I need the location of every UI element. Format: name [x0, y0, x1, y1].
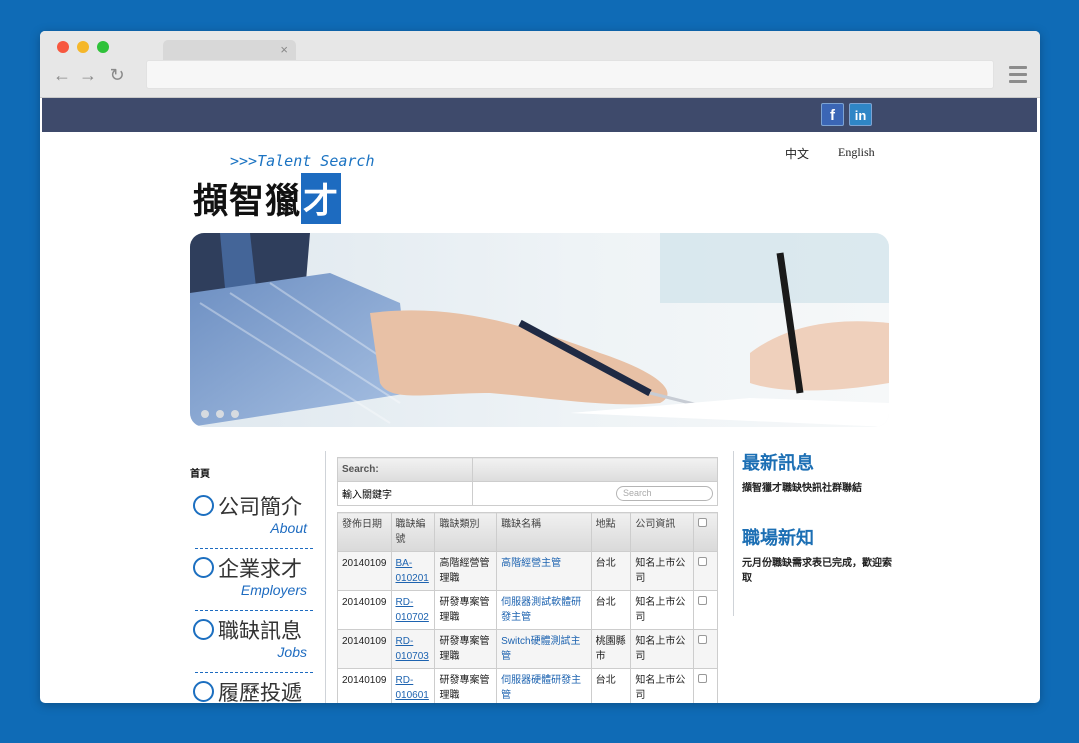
slide-dot-3[interactable]	[231, 410, 239, 418]
circle-icon	[193, 495, 214, 516]
job-category: 高階經營管理職	[434, 551, 498, 591]
table-row: 20140109 BA- 010201 高階經營管理職 高階經營主管 台北 知名上…	[337, 551, 718, 591]
column-header-select[interactable]	[693, 512, 718, 552]
sidebar-item-sublabel: Employers	[240, 582, 307, 598]
column-divider	[733, 451, 734, 616]
column-header-id[interactable]: 職缺編號	[390, 512, 436, 552]
job-category: 研發專案管理職	[434, 590, 498, 630]
row-checkbox[interactable]	[698, 674, 708, 683]
sidebar-item-sublabel: About	[270, 520, 307, 536]
job-company: 知名上市公司	[630, 551, 695, 591]
sidebar-item-label: 公司簡介	[218, 496, 302, 519]
circle-icon	[193, 557, 214, 578]
circle-icon	[193, 619, 214, 640]
slide-dot-1[interactable]	[201, 410, 209, 418]
column-header-date[interactable]: 發佈日期	[337, 512, 392, 552]
column-header-title[interactable]: 職缺名稱	[496, 512, 592, 552]
browser-tab[interactable]: ×	[163, 40, 296, 60]
job-location: 桃園縣市	[590, 629, 632, 669]
job-location: 台北	[590, 668, 632, 703]
table-row: 20140109 RD- 010601 研發專案管理職 伺服器硬體研發主管 台北 …	[337, 668, 718, 703]
row-checkbox[interactable]	[698, 557, 708, 566]
job-location: 台北	[590, 551, 632, 591]
maximize-window-button[interactable]	[97, 41, 109, 53]
close-window-button[interactable]	[57, 41, 69, 53]
job-date: 20140109	[337, 629, 392, 669]
job-location: 台北	[590, 590, 632, 630]
search-input[interactable]: Search	[616, 486, 713, 501]
job-id-link[interactable]: RD- 010703	[390, 629, 436, 669]
search-table: Search: 輸入關鍵字 Search	[337, 457, 718, 506]
career-news-item[interactable]: 元月份職缺需求表已完成，歡迎索取	[742, 556, 892, 586]
facebook-icon[interactable]: f	[821, 103, 844, 126]
job-company: 知名上市公司	[630, 629, 695, 669]
job-id-link[interactable]: RD- 010702	[390, 590, 436, 630]
sidebar-item-label: 履歷投遞	[218, 682, 302, 703]
hero-image	[190, 233, 889, 427]
job-title-link[interactable]: Switch硬體測試主管	[496, 629, 592, 669]
browser-window: × ← → ↻ f in 中文 English >>>Talent Search…	[40, 31, 1040, 703]
column-header-company[interactable]: 公司資訊	[630, 512, 695, 552]
job-date: 20140109	[337, 551, 392, 591]
career-news-heading: 職場新知	[742, 528, 814, 548]
sidebar-item-sublabel: Jobs	[277, 644, 307, 660]
sidebar-divider	[195, 548, 313, 549]
sidebar-item-employers[interactable]: 企業求才 Employers	[193, 553, 313, 609]
job-date: 20140109	[337, 668, 392, 703]
site-top-bar: f in	[42, 98, 1037, 132]
sidebar-item-resume[interactable]: 履歷投遞	[193, 677, 313, 703]
job-category: 研發專案管理職	[434, 668, 498, 703]
sidebar-item-label: 企業求才	[218, 558, 302, 581]
hamburger-menu-icon[interactable]	[1009, 66, 1027, 83]
jobs-table: 發佈日期 職缺編號 職缺類別 職缺名稱 地點 公司資訊 20140109 BA-…	[337, 512, 718, 703]
lang-chinese-link[interactable]: 中文	[785, 145, 809, 162]
keyword-label: 輸入關鍵字	[337, 481, 473, 506]
circle-icon	[193, 681, 214, 702]
job-company: 知名上市公司	[630, 590, 695, 630]
select-all-checkbox[interactable]	[698, 518, 708, 527]
job-company: 知名上市公司	[630, 668, 695, 703]
latest-news-heading: 最新訊息	[742, 453, 814, 473]
row-checkbox[interactable]	[698, 635, 708, 644]
address-bar[interactable]	[146, 60, 994, 89]
reload-icon[interactable]: ↻	[107, 65, 127, 86]
table-row: 20140109 RD- 010702 研發專案管理職 伺服器測試軟體研發主管 台…	[337, 590, 718, 630]
table-row: 20140109 RD- 010703 研發專案管理職 Switch硬體測試主管 …	[337, 629, 718, 669]
logo-english[interactable]: >>>Talent Search	[230, 152, 375, 170]
sidebar-item-jobs[interactable]: 職缺訊息 Jobs	[193, 615, 313, 671]
slide-dot-2[interactable]	[216, 410, 224, 418]
browser-chrome: × ← → ↻	[40, 31, 1040, 98]
job-title-link[interactable]: 伺服器硬體研發主管	[496, 668, 592, 703]
row-checkbox[interactable]	[698, 596, 708, 605]
tab-close-icon[interactable]: ×	[280, 42, 288, 57]
column-header-category[interactable]: 職缺類別	[434, 512, 498, 552]
logo-chinese-box: 才	[301, 173, 342, 224]
lang-english-link[interactable]: English	[838, 145, 875, 160]
sidebar-item-label: 職缺訊息	[218, 620, 302, 643]
job-id-link[interactable]: RD- 010601	[390, 668, 436, 703]
logo-chinese[interactable]: 擷智獵才	[193, 173, 342, 224]
logo-chinese-main: 擷智獵	[193, 182, 302, 221]
job-title-link[interactable]: 伺服器測試軟體研發主管	[496, 590, 592, 630]
search-label: Search:	[337, 457, 473, 482]
minimize-window-button[interactable]	[77, 41, 89, 53]
job-date: 20140109	[337, 590, 392, 630]
sidebar-divider	[195, 610, 313, 611]
column-divider	[325, 451, 326, 703]
latest-news-item[interactable]: 擷智獵才職缺快訊社群聯結	[742, 481, 892, 496]
hero-banner	[190, 233, 889, 427]
sidebar-divider	[195, 672, 313, 673]
job-id-link[interactable]: BA- 010201	[390, 551, 436, 591]
forward-arrow-icon[interactable]: →	[78, 65, 98, 86]
column-header-location[interactable]: 地點	[590, 512, 632, 552]
sidebar-home-link[interactable]: 首頁	[190, 465, 210, 480]
job-title-link[interactable]: 高階經營主管	[496, 551, 592, 591]
back-arrow-icon[interactable]: ←	[52, 65, 72, 86]
job-category: 研發專案管理職	[434, 629, 498, 669]
linkedin-icon[interactable]: in	[849, 103, 872, 126]
sidebar-item-about[interactable]: 公司簡介 About	[193, 491, 313, 547]
